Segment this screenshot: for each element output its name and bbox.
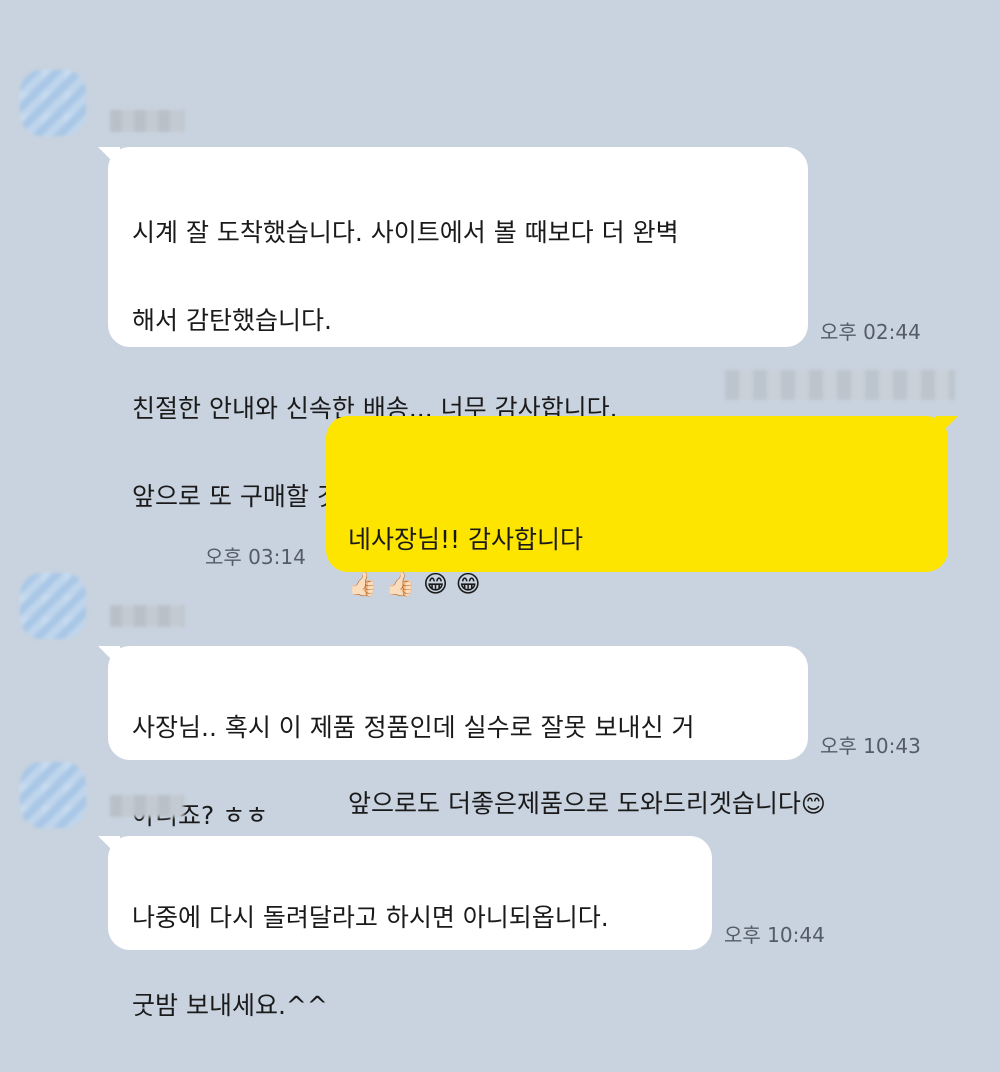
incoming-message-bubble[interactable]: 사장님.. 혹시 이 제품 정품인데 실수로 잘못 보내신 거 아니죠? ㅎㅎ bbox=[98, 646, 808, 830]
sender-avatar[interactable] bbox=[20, 70, 86, 136]
incoming-message-bubble[interactable]: 나중에 다시 돌려달라고 하시면 아니되옵니다. 굿밤 보내세요.^^ bbox=[98, 836, 712, 1020]
incoming-message-bubble[interactable]: 시계 잘 도착했습니다. 사이트에서 볼 때보다 더 완벽 해서 감탄했습니다.… bbox=[98, 147, 808, 511]
outgoing-message-bubble[interactable]: 네사장님!! 감사합니다 👍🏻 👍🏻 😁 😁 앞으로도 더좋은제품으로 도와드리… bbox=[326, 416, 958, 818]
message-timestamp: 오후 03:14 bbox=[205, 545, 306, 569]
message-text: 네사장님!! 감사합니다 bbox=[348, 525, 583, 554]
message-timestamp: 오후 10:44 bbox=[724, 923, 825, 947]
thumbs-up-and-grin-emoji-icons: 👍🏻 👍🏻 😁 😁 bbox=[348, 570, 481, 598]
message-timestamp: 오후 10:43 bbox=[820, 734, 921, 758]
message-line: 사장님.. 혹시 이 제품 정품인데 실수로 잘못 보내신 거 bbox=[132, 713, 695, 742]
message-line: 굿밤 보내세요.^^ bbox=[132, 991, 328, 1020]
sender-name-blurred bbox=[110, 795, 184, 817]
blurred-header-text bbox=[725, 370, 955, 400]
message-line: 네사장님!! 감사합니다 👍🏻 👍🏻 😁 😁 bbox=[348, 474, 926, 606]
message-line: 시계 잘 도착했습니다. 사이트에서 볼 때보다 더 완벽 bbox=[132, 218, 679, 247]
message-line: 나중에 다시 돌려달라고 하시면 아니되옵니다. bbox=[132, 903, 609, 932]
sender-avatar[interactable] bbox=[20, 573, 86, 639]
message-timestamp: 오후 02:44 bbox=[820, 320, 921, 344]
message-line: 해서 감탄했습니다. bbox=[132, 306, 332, 335]
sender-name-blurred bbox=[110, 110, 184, 132]
sender-avatar[interactable] bbox=[20, 762, 86, 828]
smiling-face-emoji-icon: 😊 bbox=[800, 790, 826, 818]
message-line: 아니죠? ㅎㅎ bbox=[132, 801, 269, 830]
sender-name-blurred bbox=[110, 605, 184, 627]
